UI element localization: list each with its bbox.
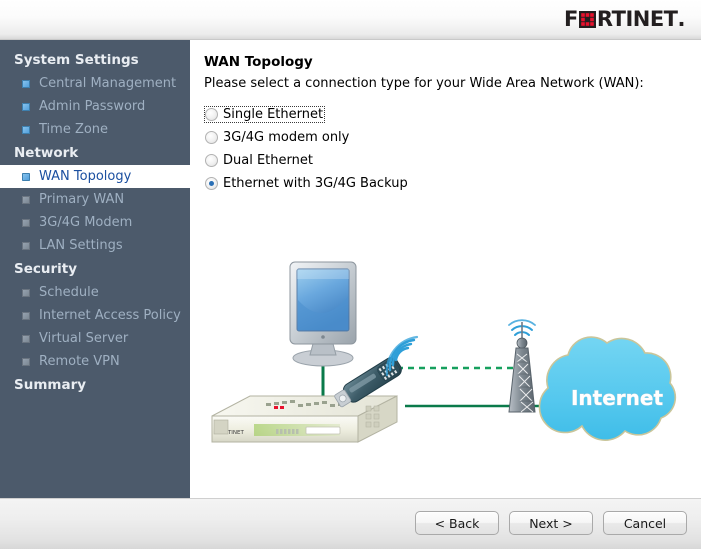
sidebar-group-title: System Settings (14, 52, 139, 68)
radio-row-3g4g-modem-only[interactable]: 3G/4G modem only (204, 126, 701, 149)
sidebar-item-label: LAN Settings (39, 238, 123, 253)
radio-row-dual-ethernet[interactable]: Dual Ethernet (204, 149, 701, 172)
bullet-icon (22, 172, 30, 181)
logo-dot: . (677, 7, 686, 31)
wizard-sidebar: System Settings Central Management Admin… (0, 40, 190, 498)
radio-3g4g-modem-only[interactable] (205, 131, 218, 144)
next-button[interactable]: Next > (509, 511, 593, 535)
logo-text-post: RTINET (596, 7, 678, 31)
bullet-icon (22, 288, 30, 297)
logo-text-pre: F (564, 7, 578, 31)
bullet-icon (22, 218, 30, 227)
back-button[interactable]: < Back (415, 511, 499, 535)
sidebar-group-title: Security (14, 261, 78, 277)
cloud-label: Internet (571, 386, 663, 410)
sidebar-item-time-zone[interactable]: Time Zone (0, 118, 190, 141)
page-title: WAN Topology (204, 54, 313, 70)
fortinet-o-icon (578, 10, 596, 28)
sidebar-group-title: Summary (14, 377, 87, 393)
radio-hit-area[interactable]: Single Ethernet (204, 106, 326, 123)
wan-topology-radio-group: Single Ethernet 3G/4G modem only Dual Et… (204, 103, 701, 195)
sidebar-item-schedule[interactable]: Schedule (0, 281, 190, 304)
bullet-icon (22, 195, 30, 204)
radio-label: Ethernet with 3G/4G Backup (223, 176, 408, 191)
cancel-button[interactable]: Cancel (603, 511, 687, 535)
radio-row-single-ethernet[interactable]: Single Ethernet (204, 103, 701, 126)
sidebar-item-label: WAN Topology (39, 169, 132, 184)
bullet-icon (22, 357, 30, 366)
radio-dual-ethernet[interactable] (205, 154, 218, 167)
monitor-icon (289, 261, 357, 367)
radio-hit-area[interactable]: Ethernet with 3G/4G Backup (204, 175, 410, 192)
wizard-footer: < Back Next > Cancel (0, 498, 701, 549)
radio-ethernet-with-3g4g-backup[interactable] (205, 177, 218, 190)
internet-cloud-icon: Internet (538, 336, 677, 441)
sidebar-item-3g4g-modem[interactable]: 3G/4G Modem (0, 211, 190, 234)
logo-wordmark: F RTINET . (564, 7, 686, 31)
radio-single-ethernet[interactable] (205, 108, 218, 121)
fortigate-appliance-icon: FORTINET (211, 395, 398, 443)
sidebar-group-security: Security Schedule Internet Access Policy… (0, 257, 190, 373)
bullet-icon (22, 334, 30, 343)
sidebar-item-label: Time Zone (39, 122, 109, 137)
sidebar-item-admin-password[interactable]: Admin Password (0, 95, 190, 118)
sidebar-item-remote-vpn[interactable]: Remote VPN (0, 350, 190, 373)
radio-hit-area[interactable]: 3G/4G modem only (204, 129, 351, 146)
sidebar-item-label: 3G/4G Modem (39, 215, 133, 230)
radio-label: 3G/4G modem only (223, 130, 350, 145)
sidebar-item-internet-access-policy[interactable]: Internet Access Policy (0, 304, 190, 327)
fortinet-logo: F RTINET . (564, 7, 686, 31)
sidebar-group-network: Network WAN Topology Primary WAN 3G/4G M… (0, 141, 190, 257)
sidebar-group-system-settings: System Settings Central Management Admin… (0, 48, 190, 141)
bullet-icon (22, 241, 30, 250)
sidebar-item-primary-wan[interactable]: Primary WAN (0, 188, 190, 211)
radio-row-ethernet-with-3g4g-backup[interactable]: Ethernet with 3G/4G Backup (204, 172, 701, 195)
sidebar-item-label: Remote VPN (39, 354, 120, 369)
bullet-icon (22, 102, 30, 111)
sidebar-group-summary: Summary (0, 373, 190, 397)
sidebar-item-label: Internet Access Policy (39, 308, 181, 323)
sidebar-item-wan-topology[interactable]: WAN Topology (0, 165, 190, 188)
bullet-icon (22, 79, 30, 88)
sidebar-item-label: Central Management (39, 76, 177, 91)
footer-button-row: < Back Next > Cancel (415, 511, 687, 535)
sidebar-item-label: Virtual Server (39, 331, 129, 346)
sidebar-item-label: Primary WAN (39, 192, 125, 207)
page-subtitle: Please select a connection type for your… (204, 76, 644, 91)
app-header: F RTINET . (0, 0, 701, 40)
sidebar-item-label: Admin Password (39, 99, 146, 114)
sidebar-item-label: Schedule (39, 285, 99, 300)
bullet-icon (22, 125, 30, 134)
radio-label: Dual Ethernet (223, 153, 313, 168)
radio-hit-area[interactable]: Dual Ethernet (204, 152, 315, 169)
radio-label: Single Ethernet (223, 107, 324, 122)
sidebar-item-lan-settings[interactable]: LAN Settings (0, 234, 190, 257)
cell-tower-icon (508, 319, 536, 413)
sidebar-group-title: Network (14, 145, 79, 161)
setup-wizard-window: F RTINET . System Settings Central Manag… (0, 0, 701, 549)
network-topology-diagram: FORTINET Internet (190, 240, 701, 470)
bullet-icon (22, 311, 30, 320)
sidebar-item-central-management[interactable]: Central Management (0, 72, 190, 95)
sidebar-item-virtual-server[interactable]: Virtual Server (0, 327, 190, 350)
